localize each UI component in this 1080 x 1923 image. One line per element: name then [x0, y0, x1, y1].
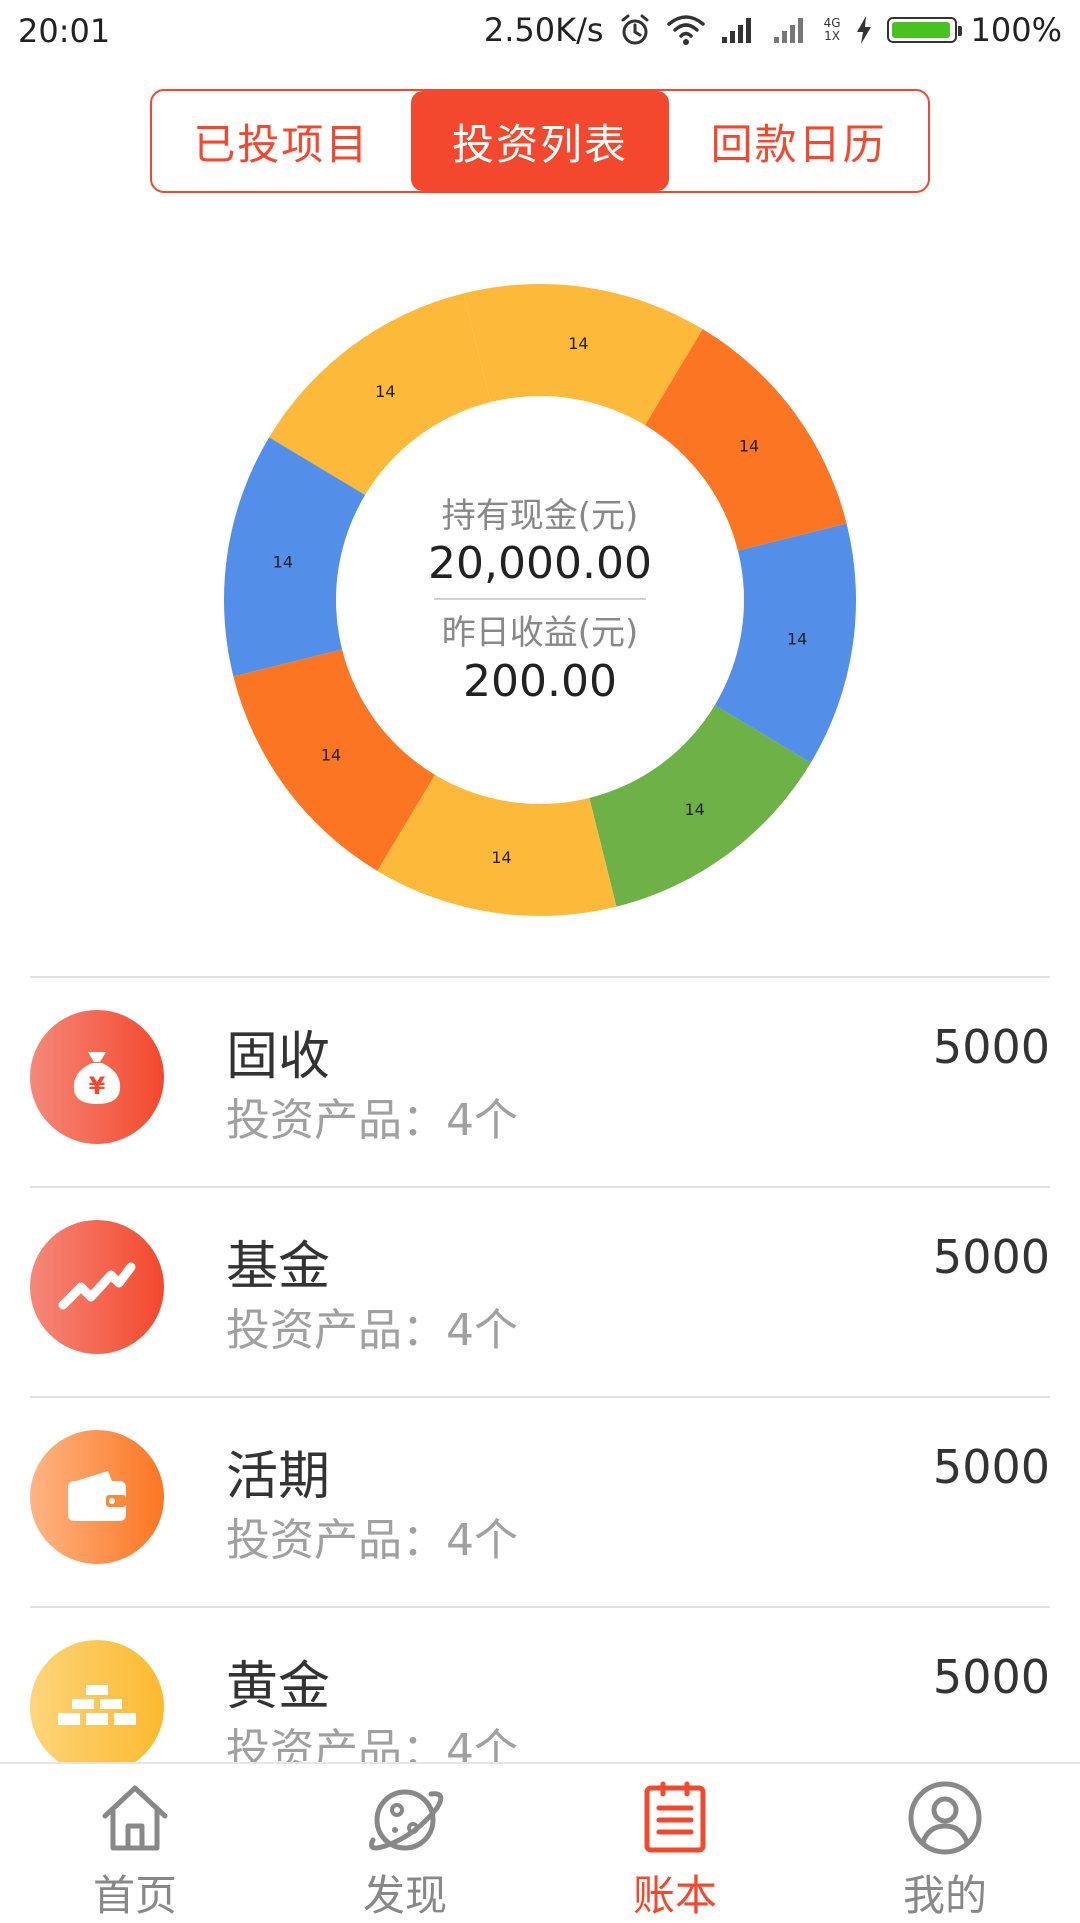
- money-bag-icon: ¥: [30, 1010, 164, 1144]
- yesterday-earnings-label: 昨日收益(元): [441, 613, 639, 653]
- item-title: 黄金: [226, 1657, 331, 1717]
- nav-label: 发现: [362, 1871, 447, 1920]
- tab-repayment-calendar[interactable]: 回款日历: [669, 91, 928, 191]
- nav-discover[interactable]: 发现: [270, 1764, 540, 1922]
- bottom-nav: 首页 发现 账本 我的: [0, 1762, 1080, 1922]
- nav-ledger[interactable]: 账本: [540, 1764, 810, 1922]
- svg-text:¥: ¥: [89, 1072, 106, 1100]
- item-title: 固收: [226, 1027, 331, 1087]
- charging-icon: [856, 16, 871, 44]
- planet-icon: [369, 1789, 444, 1851]
- status-time: 20:01: [18, 12, 111, 50]
- nav-home[interactable]: 首页: [0, 1764, 270, 1922]
- signal-icon-secondary: [773, 18, 803, 43]
- status-bar: 20:01 2.50K/s 4G 1X 100%: [0, 0, 1080, 62]
- tab-investment-list[interactable]: 投资列表: [410, 91, 670, 191]
- nav-label: 账本: [632, 1871, 717, 1920]
- item-value: 5000: [932, 1020, 1050, 1074]
- network-type: 4G 1X: [824, 17, 841, 43]
- cash-label: 持有现金(元): [441, 496, 639, 536]
- gold-bars-icon: [30, 1640, 164, 1774]
- alarm-icon: [621, 14, 649, 45]
- cash-value: 20,000.00: [428, 538, 652, 589]
- user-icon: [908, 1781, 982, 1855]
- network-speed: 2.50K/s: [483, 11, 604, 49]
- item-subtitle: 投资产品：4个: [226, 1305, 518, 1356]
- nav-label: 我的: [902, 1871, 987, 1920]
- item-subtitle: 投资产品：4个: [226, 1095, 518, 1146]
- item-value: 5000: [932, 1440, 1050, 1494]
- network-type-bottom: 1X: [824, 29, 840, 43]
- item-value: 5000: [932, 1650, 1050, 1704]
- center-divider: [434, 598, 646, 600]
- tab-invested-projects[interactable]: 已投项目: [152, 91, 411, 191]
- home-icon: [102, 1785, 168, 1851]
- wallet-icon: [30, 1430, 164, 1564]
- nav-mine[interactable]: 我的: [810, 1764, 1080, 1922]
- tab-bar: 已投项目 投资列表 回款日历: [150, 89, 930, 193]
- signal-icon: [721, 18, 751, 43]
- battery-percent: 100%: [970, 11, 1062, 49]
- donut-chart: 14 14 14 14 14 14 14 14 持有现金(元) 20,000.00 昨日收益(…: [220, 280, 860, 920]
- ledger-icon: [644, 1781, 706, 1853]
- list-item-current-deposit[interactable]: 活期 投资产品：4个 5000: [0, 1398, 1080, 1608]
- item-title: 基金: [226, 1237, 331, 1297]
- battery-icon: [886, 17, 962, 43]
- yesterday-earnings-value: 200.00: [463, 656, 617, 707]
- nav-label: 首页: [92, 1871, 177, 1920]
- item-subtitle: 投资产品：4个: [226, 1515, 518, 1566]
- status-right: 2.50K/s 4G 1X 100%: [484, 10, 1062, 50]
- list-item-fixed-income[interactable]: ¥ 固收 投资产品：4个 5000: [0, 978, 1080, 1188]
- wifi-icon: [666, 15, 705, 45]
- chart-center: 持有现金(元) 20,000.00 昨日收益(元) 200.00: [220, 280, 860, 920]
- trend-up-icon: [30, 1220, 164, 1354]
- item-title: 活期: [226, 1447, 331, 1507]
- list-item-fund[interactable]: 基金 投资产品：4个 5000: [0, 1188, 1080, 1398]
- item-value: 5000: [932, 1230, 1050, 1284]
